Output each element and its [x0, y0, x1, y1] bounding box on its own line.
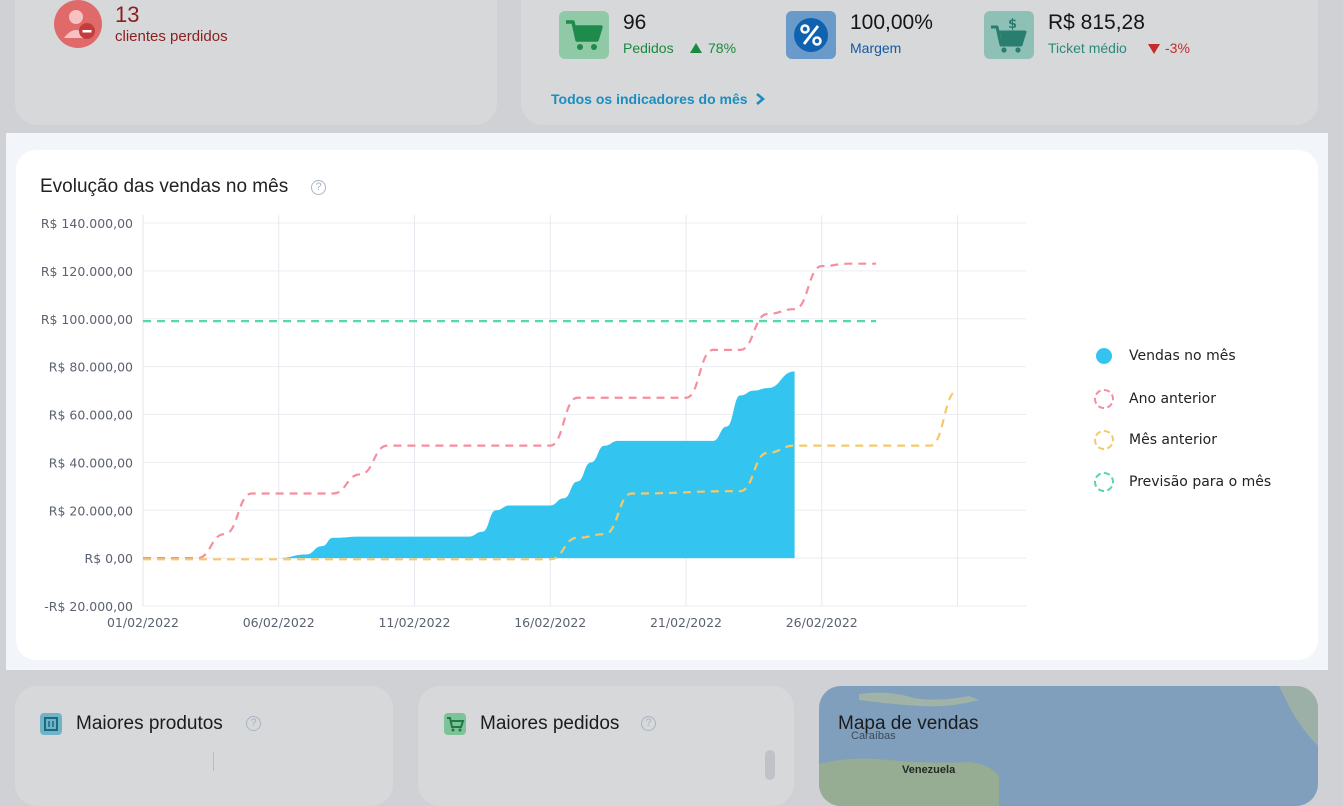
ticket-value: R$ 815,28 [1048, 11, 1145, 34]
chevron-right-icon [755, 93, 765, 105]
sales-map-card [819, 686, 1318, 806]
legend-item-ano-anterior[interactable]: Ano anterior [1094, 389, 1216, 409]
legend-item-vendas[interactable]: Vendas no mês [1096, 348, 1236, 364]
lost-clients-label: clientes perdidos [115, 28, 228, 45]
ticket-icon: $ [984, 11, 1034, 59]
products-divider [213, 752, 214, 771]
legend-ano-dot [1094, 389, 1114, 409]
products-icon [40, 713, 62, 735]
ticket-label: Ticket médio [1048, 40, 1127, 56]
legend-vendas-label: Vendas no mês [1129, 348, 1236, 364]
all-indicators-label: Todos os indicadores do mês [551, 91, 748, 107]
margin-value: 100,00% [850, 11, 933, 34]
legend-item-previsao[interactable]: Previsão para o mês [1094, 472, 1272, 492]
top-orders-icon [444, 713, 466, 735]
legend-previsao-label: Previsão para o mês [1129, 474, 1272, 490]
svg-text:$: $ [1008, 17, 1017, 32]
margin-icon [786, 11, 836, 59]
legend-mes-dot [1094, 430, 1114, 450]
orders-scrollbar[interactable] [765, 750, 775, 780]
map-land-shape [819, 686, 1318, 806]
orders-help-icon[interactable]: ? [641, 716, 656, 731]
orders-value: 96 [623, 11, 647, 34]
legend-ano-label: Ano anterior [1129, 391, 1216, 407]
map-label-caraibas: Caraíbas [851, 730, 896, 742]
orders-up-icon [690, 43, 702, 53]
lost-clients-icon [54, 0, 102, 48]
ticket-down-icon [1148, 44, 1160, 54]
top-products-card [15, 686, 393, 806]
legend-vendas-dot [1096, 348, 1112, 364]
ticket-change: -3% [1165, 40, 1190, 56]
legend-mes-label: Mês anterior [1129, 432, 1217, 448]
top-orders-card [418, 686, 794, 806]
top-products-title: Maiores produtos [76, 713, 223, 734]
legend-previsao-dot [1094, 472, 1114, 492]
orders-icon [559, 11, 609, 59]
margin-label: Margem [850, 40, 902, 56]
products-help-icon[interactable]: ? [246, 716, 261, 731]
chart-title: Evolução das vendas no mês [40, 176, 289, 197]
legend-item-mes-anterior[interactable]: Mês anterior [1094, 430, 1217, 450]
all-indicators-link[interactable]: Todos os indicadores do mês [551, 91, 766, 107]
chart-help-icon[interactable]: ? [311, 180, 326, 195]
lost-clients-value: 13 [115, 2, 140, 27]
map-label-venezuela: Venezuela [902, 764, 956, 776]
orders-label: Pedidos [623, 40, 674, 56]
top-orders-title: Maiores pedidos [480, 713, 620, 734]
orders-change: 78% [708, 40, 737, 56]
